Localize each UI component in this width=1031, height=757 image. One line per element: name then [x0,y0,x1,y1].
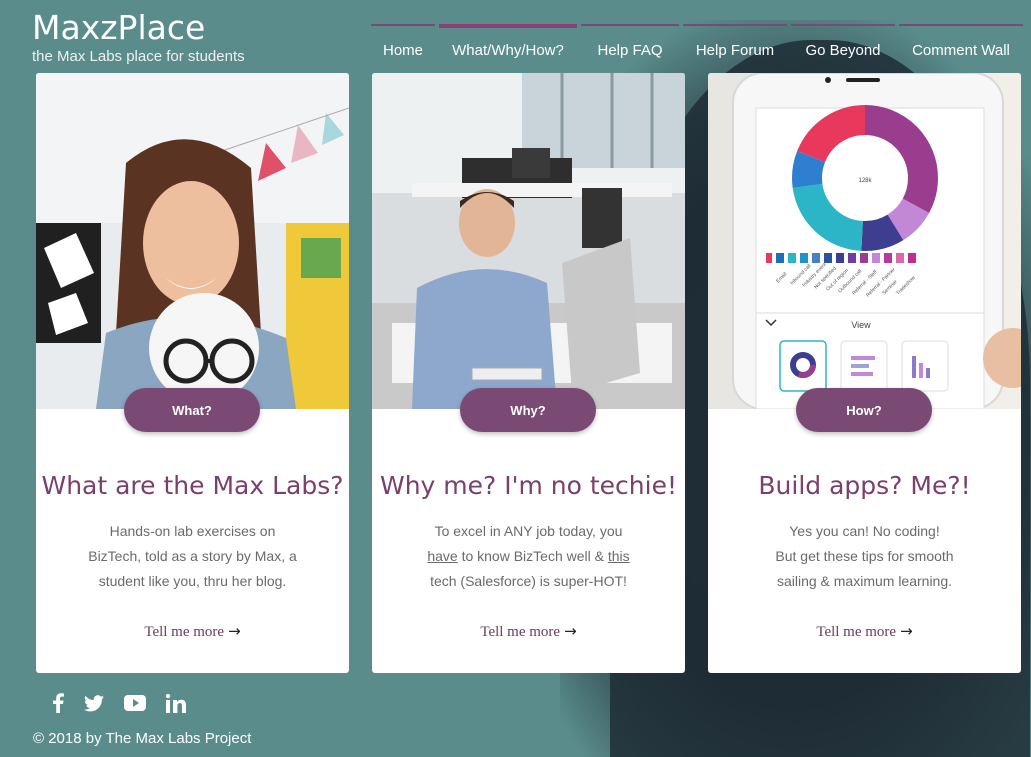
main-nav: Home What/Why/How? Help FAQ Help Forum G… [369,24,1025,59]
card-what-more-link[interactable]: Tell me more → [36,622,349,641]
card-how-more-label: Tell me more [816,624,897,640]
nav-go-beyond[interactable]: Go Beyond [789,24,897,59]
card-what-title: What are the Max Labs? [41,471,344,500]
have-link[interactable]: have [427,548,457,564]
nav-help-faq[interactable]: Help FAQ [579,24,681,59]
card-why-more-link[interactable]: Tell me more → [372,622,685,641]
social-links [52,693,186,713]
copyright-text: © 2018 by The Max Labs Project [33,730,252,747]
facebook-icon[interactable] [52,693,64,713]
what-button[interactable]: What? [124,388,260,432]
nav-what-why-how[interactable]: What/Why/How? [437,24,579,59]
arrow-right-icon: → [228,622,241,640]
card-why-photo [372,73,685,409]
donut-center-value: 128k [858,178,872,184]
card-why-more-label: Tell me more [480,624,561,640]
card-why: Why? Why me? I'm no techie! To excel in … [372,73,685,673]
linkedin-icon[interactable] [166,693,186,713]
card-what: What? What are the Max Labs? Hands-on la… [36,73,349,673]
how-button[interactable]: How? [796,388,932,432]
card-what-text: Hands-on lab exercises on BizTech, told … [56,519,329,594]
card-how-title: Build apps? Me?! [758,471,971,500]
card-how-line-2: But get these tips for smooth [775,548,954,564]
card-how-line-1: Yes you can! No coding! [789,523,940,539]
card-how-text: Yes you can! No coding! But get these ti… [728,519,1001,594]
why-button[interactable]: Why? [460,388,596,432]
card-what-line-2: BizTech, told as a story by Max, a [88,548,297,564]
nav-comment-wall[interactable]: Comment Wall [897,24,1025,59]
site-title[interactable]: MaxzPlace [32,10,245,46]
card-what-line-3: student like you, thru her blog. [98,573,287,589]
arrow-right-icon: → [564,622,577,640]
card-why-line-3: tech (Salesforce) is super-HOT! [430,573,627,589]
card-why-line-2-mid: to know BizTech well & [457,548,608,564]
card-what-line-1: Hands-on lab exercises on [109,523,276,539]
this-link[interactable]: this [608,548,630,564]
card-what-photo [36,73,349,409]
card-why-text: To excel in ANY job today, you have to k… [392,519,665,594]
twitter-icon[interactable] [84,694,104,712]
nav-help-forum[interactable]: Help Forum [681,24,789,59]
card-why-line-1: To excel in ANY job today, you [434,523,623,539]
card-how-more-link[interactable]: Tell me more → [708,622,1021,641]
card-why-line-2: have to know BizTech well & this [392,544,665,569]
card-how-line-3: sailing & maximum learning. [776,573,953,589]
nav-home[interactable]: Home [369,24,437,59]
card-what-more-label: Tell me more [144,624,225,640]
card-how-photo: 128k Email Inbound call Industry event N… [708,73,1021,409]
youtube-icon[interactable] [124,695,146,711]
site-brand[interactable]: MaxzPlace the Max Labs place for student… [32,10,245,66]
card-how: 128k Email Inbound call Industry event N… [708,73,1021,673]
arrow-right-icon: → [900,622,913,640]
card-why-title: Why me? I'm no techie! [379,471,677,500]
view-label: View [851,320,871,330]
site-subtitle: the Max Labs place for students [32,48,245,65]
